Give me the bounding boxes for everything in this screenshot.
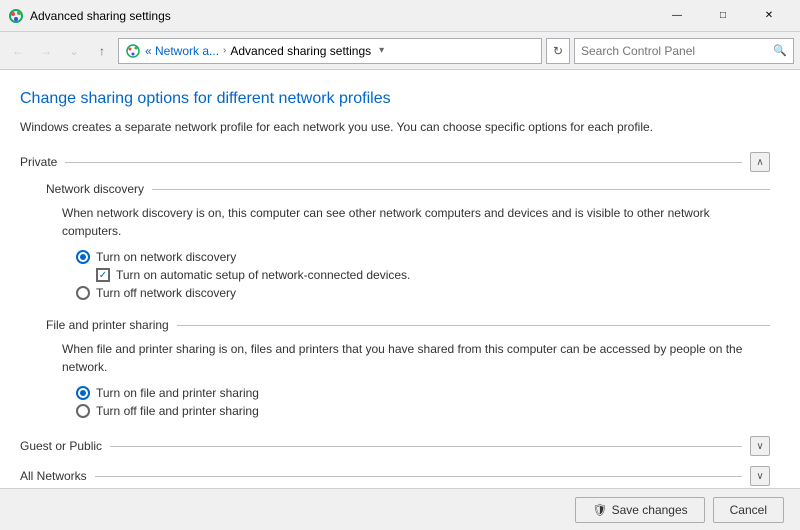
radio-turn-off-sharing[interactable]: Turn off file and printer sharing (76, 404, 770, 418)
search-box[interactable]: 🔍 (574, 38, 794, 64)
private-section-header: Private ∧ (20, 152, 770, 172)
all-networks-section-header: All Networks ∨ (20, 466, 770, 486)
guest-public-section-line (110, 446, 742, 447)
window-controls: — □ ✕ (654, 0, 792, 32)
minimize-button[interactable]: — (654, 0, 700, 32)
private-section-line (65, 162, 742, 163)
checkbox-check-icon: ✓ (99, 270, 107, 281)
breadcrumb-prefix: « Network a... (145, 44, 219, 58)
file-printer-sharing-line (177, 325, 770, 326)
network-discovery-options: Turn on network discovery ✓ Turn on auto… (46, 250, 770, 300)
radio-turn-on-discovery[interactable]: Turn on network discovery (76, 250, 770, 264)
page-title: Change sharing options for different net… (20, 90, 770, 108)
radio-turn-off-discovery-label: Turn off network discovery (96, 286, 236, 300)
checkbox-auto-setup[interactable]: ✓ Turn on automatic setup of network-con… (76, 268, 770, 282)
radio-sharing-on-circle (76, 386, 90, 400)
all-networks-section-line (95, 476, 742, 477)
radio-sharing-off-circle (76, 404, 90, 418)
checkbox-auto-setup-label: Turn on automatic setup of network-conne… (116, 268, 410, 282)
window-title: Advanced sharing settings (30, 9, 654, 23)
guest-public-section-header: Guest or Public ∨ (20, 436, 770, 456)
title-bar: Advanced sharing settings — □ ✕ (0, 0, 800, 32)
back-button[interactable]: ← (6, 39, 30, 63)
file-printer-sharing-options: Turn on file and printer sharing Turn of… (46, 386, 770, 418)
main-content: Change sharing options for different net… (0, 70, 800, 488)
radio-turn-off-sharing-label: Turn off file and printer sharing (96, 404, 259, 418)
breadcrumb-current: Advanced sharing settings (230, 44, 371, 58)
close-button[interactable]: ✕ (746, 0, 792, 32)
breadcrumb-chevron-1: › (223, 45, 226, 56)
network-icon (125, 43, 141, 59)
cancel-button[interactable]: Cancel (713, 497, 784, 523)
private-section-title: Private (20, 155, 57, 169)
network-discovery-subsection: Network discovery When network discovery… (20, 182, 770, 300)
radio-inner-dot (80, 254, 86, 260)
breadcrumb: « Network a... › Advanced sharing settin… (118, 38, 542, 64)
search-input[interactable] (581, 44, 773, 58)
network-discovery-header: Network discovery (46, 182, 770, 196)
up-button[interactable]: ↑ (90, 39, 114, 63)
search-icon: 🔍 (773, 44, 787, 57)
maximize-button[interactable]: □ (700, 0, 746, 32)
file-printer-sharing-subsection: File and printer sharing When file and p… (20, 318, 770, 418)
refresh-button[interactable]: ↻ (546, 38, 570, 64)
shield-icon: 🛡 (592, 503, 607, 517)
guest-public-section-title: Guest or Public (20, 439, 102, 453)
file-printer-sharing-header: File and printer sharing (46, 318, 770, 332)
radio-turn-on-discovery-label: Turn on network discovery (96, 250, 236, 264)
radio-turn-on-sharing[interactable]: Turn on file and printer sharing (76, 386, 770, 400)
save-changes-button[interactable]: 🛡 Save changes (575, 497, 704, 523)
footer: 🛡 Save changes Cancel (0, 488, 800, 530)
page-description: Windows creates a separate network profi… (20, 118, 770, 136)
file-printer-sharing-title: File and printer sharing (46, 318, 169, 332)
network-discovery-desc: When network discovery is on, this compu… (46, 204, 770, 240)
all-networks-section-title: All Networks (20, 469, 87, 483)
radio-sharing-on-dot (80, 390, 86, 396)
checkbox-auto-setup-box: ✓ (96, 268, 110, 282)
radio-turn-on-sharing-label: Turn on file and printer sharing (96, 386, 259, 400)
forward-button[interactable]: → (34, 39, 58, 63)
window-icon (8, 8, 24, 24)
network-discovery-title: Network discovery (46, 182, 144, 196)
down-button[interactable]: ⌄ (62, 39, 86, 63)
radio-unchecked-circle-1 (76, 286, 90, 300)
address-bar: ← → ⌄ ↑ « Network a... › Advanced sharin… (0, 32, 800, 70)
save-changes-label: Save changes (612, 503, 688, 517)
private-section-toggle[interactable]: ∧ (750, 152, 770, 172)
network-discovery-line (152, 189, 770, 190)
breadcrumb-dropdown[interactable]: ▾ (377, 43, 386, 58)
file-printer-sharing-desc: When file and printer sharing is on, fil… (46, 340, 770, 376)
radio-checked-circle (76, 250, 90, 264)
guest-public-section-toggle[interactable]: ∨ (750, 436, 770, 456)
radio-turn-off-discovery[interactable]: Turn off network discovery (76, 286, 770, 300)
cancel-label: Cancel (730, 503, 767, 517)
all-networks-section-toggle[interactable]: ∨ (750, 466, 770, 486)
